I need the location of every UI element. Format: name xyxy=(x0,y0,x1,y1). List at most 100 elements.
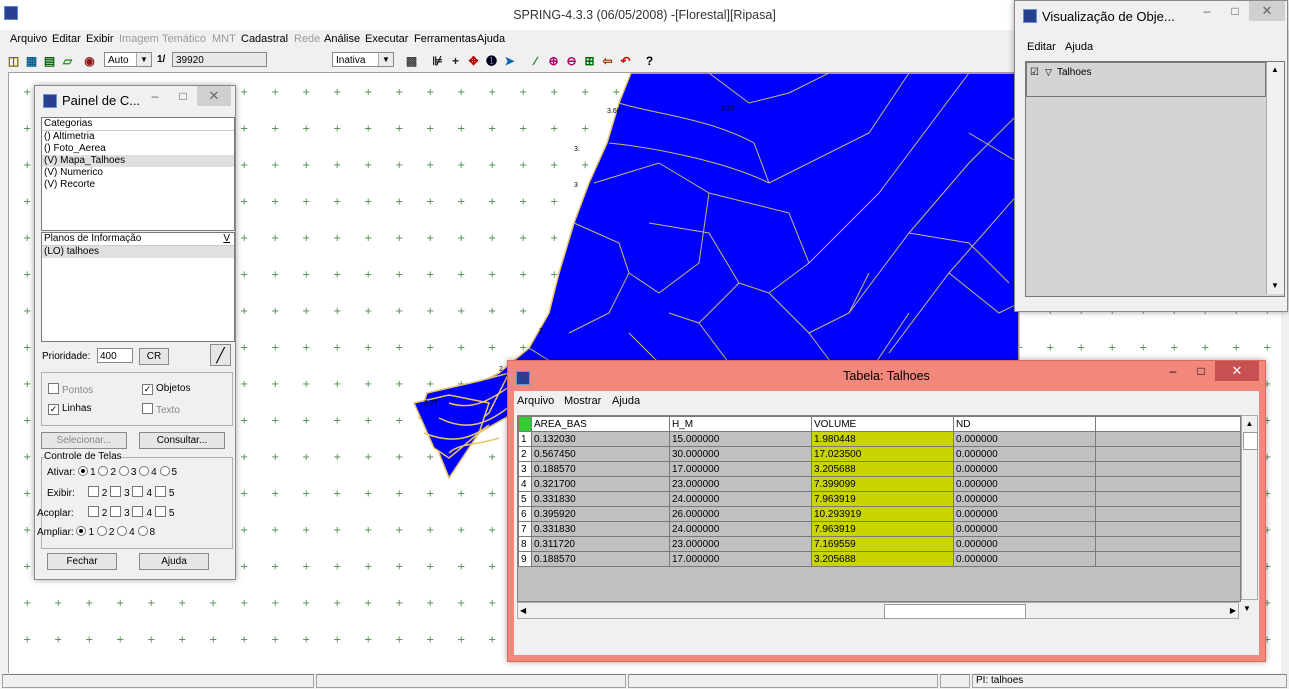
checkbox-icon[interactable] xyxy=(110,486,122,497)
layers-icon[interactable]: ▤ xyxy=(40,51,59,70)
checkbox-icon[interactable] xyxy=(132,486,144,497)
minimize-icon[interactable]: – xyxy=(1193,1,1221,21)
row-number[interactable]: 5 xyxy=(518,491,532,507)
minimize-icon[interactable]: – xyxy=(1159,361,1187,381)
table-row[interactable]: 8 0.311720 23.000000 7.169559 0.000000 xyxy=(518,536,1240,552)
menu-cadastral[interactable]: Cadastral xyxy=(241,33,288,45)
cr-button[interactable]: CR xyxy=(139,348,169,365)
zoom-out-icon[interactable]: ⊖ xyxy=(562,51,581,70)
checkbox-icon[interactable] xyxy=(87,506,99,517)
row-number[interactable]: 6 xyxy=(518,506,532,522)
table-vscrollbar[interactable]: ▲ xyxy=(1241,415,1258,600)
prioridade-input[interactable]: 400 xyxy=(97,348,133,363)
list-item[interactable]: () Altimetria xyxy=(42,131,234,143)
menu-mnt[interactable]: MNT xyxy=(212,33,236,45)
table-row[interactable]: 4 0.321700 23.000000 7.399099 0.000000 xyxy=(518,476,1240,492)
maximize-icon[interactable]: □ xyxy=(169,86,197,106)
row-number[interactable]: 8 xyxy=(518,536,532,552)
column-header[interactable]: H_M xyxy=(669,416,812,432)
menu-arquivo[interactable]: Arquivo xyxy=(10,33,47,45)
row-number[interactable]: 7 xyxy=(518,521,532,537)
scroll-thumb[interactable] xyxy=(884,604,1026,619)
scroll-thumb[interactable] xyxy=(1243,432,1258,450)
radio-icon[interactable] xyxy=(98,466,109,476)
attribute-table[interactable]: AREA_BAS H_M VOLUME ND 1 0.132030 15.00000… xyxy=(517,415,1241,602)
help-icon[interactable]: ? xyxy=(640,51,659,70)
scroll-down-icon[interactable]: ▼ xyxy=(1267,278,1283,294)
table-hscrollbar[interactable]: ◀ ▶ xyxy=(517,602,1239,619)
panel-titlebar[interactable]: Painel de C... – □ ✕ xyxy=(35,86,235,116)
table-titlebar[interactable]: Tabela: Talhoes – □ ✕ xyxy=(508,361,1265,391)
radio-icon[interactable] xyxy=(118,466,129,476)
edit-line-icon[interactable]: ∕ xyxy=(526,51,545,70)
radio-icon[interactable] xyxy=(78,466,89,476)
menu-executar[interactable]: Executar xyxy=(365,33,408,45)
zoom-in-icon[interactable]: ⊕ xyxy=(544,51,563,70)
checkbox-icon[interactable] xyxy=(87,486,99,497)
tree-item-talhoes[interactable]: ☑ ▽ Talhoes xyxy=(1026,62,1266,97)
list-item[interactable]: (V) Recorte xyxy=(42,179,234,191)
table-row[interactable]: 6 0.395920 26.000000 10.293919 0.000000 xyxy=(518,506,1240,522)
ajuda-button[interactable]: Ajuda xyxy=(139,553,209,570)
list-item[interactable]: () Foto_Aerea xyxy=(42,143,234,155)
table-row[interactable]: 5 0.331830 24.000000 7.963919 0.000000 xyxy=(518,491,1240,507)
row-number[interactable]: 1 xyxy=(518,431,532,447)
menu-editar[interactable]: Editar xyxy=(52,33,81,45)
table-row[interactable]: 3 0.188570 17.000000 3.205688 0.000000 xyxy=(518,461,1240,477)
objetos-option[interactable]: ✓ Objetos xyxy=(142,383,190,395)
viz-scrollbar[interactable]: ▲ ▼ xyxy=(1266,62,1284,294)
checkbox-icon[interactable] xyxy=(110,506,122,517)
database-icon[interactable]: ◫ xyxy=(4,51,23,70)
draw-icon[interactable]: ▱ xyxy=(58,51,77,70)
column-header[interactable]: AREA_BAS xyxy=(531,416,670,432)
table-row[interactable]: 9 0.188570 17.000000 3.205688 0.000000 xyxy=(518,551,1240,567)
checkbox-icon[interactable] xyxy=(154,486,166,497)
crosshair-icon[interactable]: + xyxy=(446,51,465,70)
list-item[interactable]: (V) Numerico xyxy=(42,167,234,179)
grid-icon[interactable]: ▩ xyxy=(402,51,421,70)
menu-ajuda[interactable]: Ajuda xyxy=(477,33,505,45)
maximize-icon[interactable]: □ xyxy=(1221,1,1249,21)
table-row[interactable]: 7 0.331830 24.000000 7.963919 0.000000 xyxy=(518,521,1240,537)
list-item[interactable]: (LO) talhoes xyxy=(42,246,234,258)
table-menu-ajuda[interactable]: Ajuda xyxy=(612,395,640,407)
pan-icon[interactable]: ✥ xyxy=(464,51,483,70)
back-arrow-icon[interactable]: ⇦ xyxy=(598,51,617,70)
radio-icon[interactable] xyxy=(137,526,148,536)
scroll-right-icon[interactable]: ▶ xyxy=(1230,603,1236,618)
row-number[interactable]: 2 xyxy=(518,446,532,462)
viz-menu-editar[interactable]: Editar xyxy=(1027,41,1056,53)
scroll-left-icon[interactable]: ◀ xyxy=(520,603,526,618)
radio-icon[interactable] xyxy=(139,466,150,476)
table-menu-arquivo[interactable]: Arquivo xyxy=(517,395,554,407)
zoom-mode-select[interactable]: Auto ▼ xyxy=(104,52,152,67)
scale-input[interactable]: 39920 xyxy=(172,52,267,67)
radio-icon[interactable] xyxy=(117,526,128,536)
cursor-mode-select[interactable]: Inativa ▼ xyxy=(332,52,394,67)
close-icon[interactable]: ✕ xyxy=(1215,361,1259,381)
undo-icon[interactable]: ↶ xyxy=(616,51,635,70)
menu-analise[interactable]: Análise xyxy=(324,33,360,45)
radio-icon[interactable] xyxy=(96,526,107,536)
minimize-icon[interactable]: – xyxy=(141,86,169,106)
viz-menu-ajuda[interactable]: Ajuda xyxy=(1065,41,1093,53)
info-icon[interactable]: ➊ xyxy=(482,51,501,70)
row-number[interactable]: 4 xyxy=(518,476,532,492)
linhas-option[interactable]: ✓ Linhas xyxy=(48,403,91,415)
menu-exibir[interactable]: Exibir xyxy=(86,33,114,45)
fechar-button[interactable]: Fechar xyxy=(47,553,117,570)
legend-icon[interactable]: ◉ xyxy=(80,51,99,70)
menu-imagem[interactable]: Imagem xyxy=(119,33,159,45)
table-row[interactable]: 2 0.567450 30.000000 17.023500 0.000000 xyxy=(518,446,1240,462)
radio-icon[interactable] xyxy=(76,526,87,536)
viz-titlebar[interactable]: Visualização de Obje... – □ ✕ xyxy=(1015,1,1287,31)
menu-rede[interactable]: Rede xyxy=(294,33,320,45)
menu-ferramentas[interactable]: Ferramentas xyxy=(414,33,476,45)
radio-icon[interactable] xyxy=(159,466,170,476)
close-icon[interactable]: ✕ xyxy=(1249,1,1285,21)
pontos-option[interactable]: Pontos xyxy=(48,383,93,396)
viz-tree[interactable]: ☑ ▽ Talhoes ▲ ▼ xyxy=(1025,61,1285,297)
row-number[interactable]: 3 xyxy=(518,461,532,477)
selecionar-button[interactable]: Selecionar... xyxy=(41,432,127,449)
toggle-icon[interactable]: ⊯ xyxy=(428,51,447,70)
